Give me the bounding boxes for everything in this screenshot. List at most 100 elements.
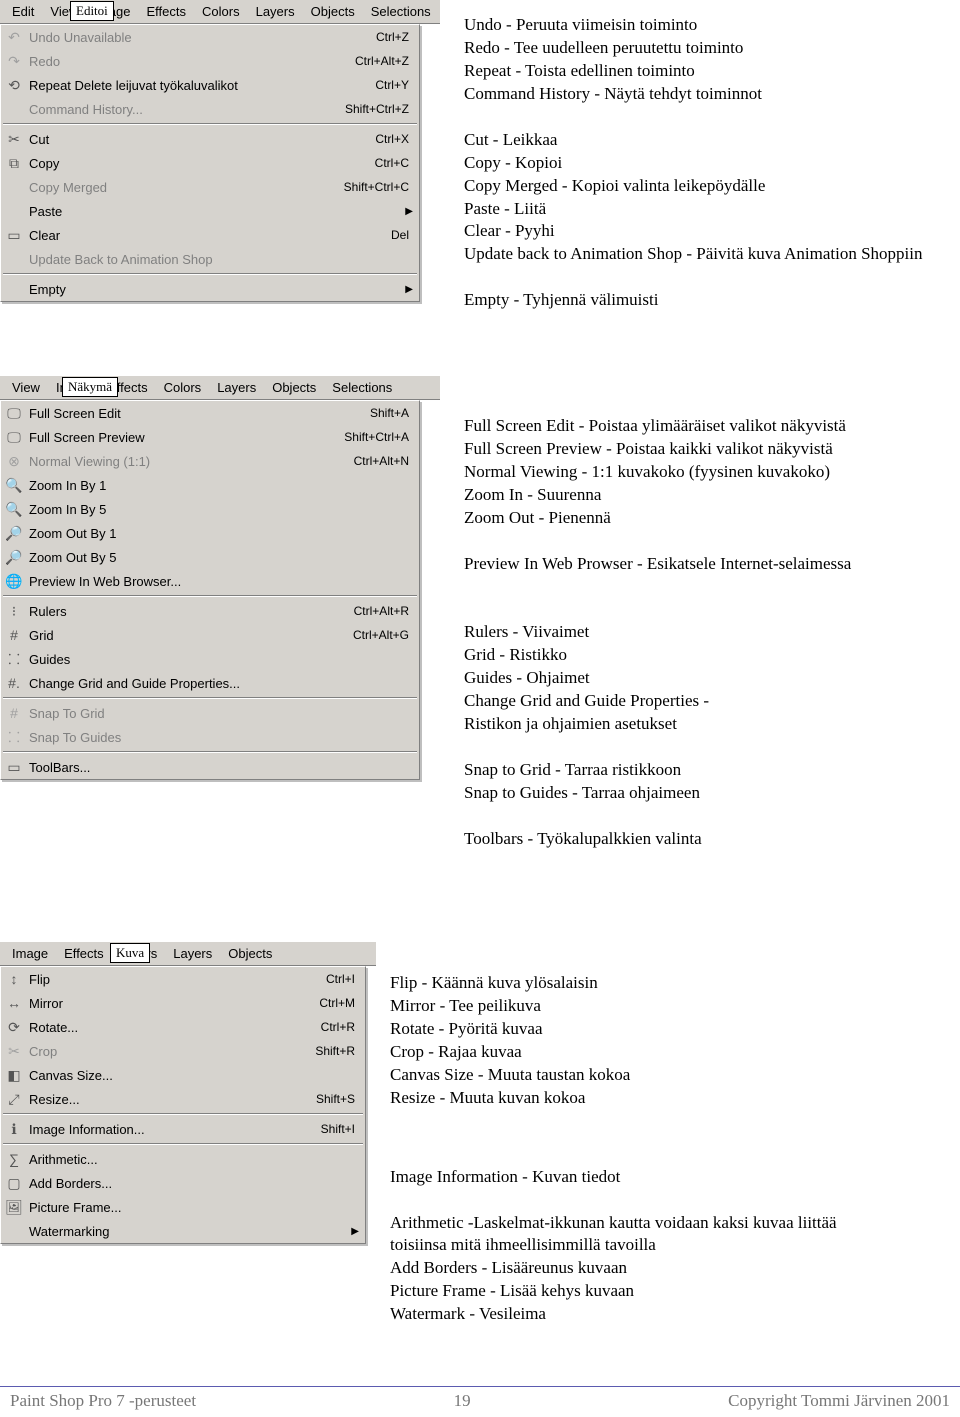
image-menubar: Image Effects Colors Layers Objects: [0, 942, 376, 966]
menu-selections[interactable]: Selections: [363, 2, 436, 21]
edit-descriptions: Undo - Peruuta viimeisin toimintoRedo - …: [464, 14, 952, 312]
menu-icon: ⸬: [5, 728, 23, 746]
menu-item[interactable]: Watermarking▶: [1, 1219, 365, 1243]
menu-icon: ◧: [5, 1066, 23, 1084]
menu-icon: #.: [5, 674, 23, 692]
desc-line: Zoom Out - Pienennä: [464, 507, 952, 530]
menu-label: Zoom Out By 5: [29, 550, 413, 565]
menu-item: #Snap To Grid: [1, 701, 419, 725]
menu-label: Empty: [29, 282, 399, 297]
desc-line: [464, 599, 952, 622]
menu-selections[interactable]: Selections: [324, 378, 400, 397]
menu-separator: [3, 751, 417, 753]
desc-line: Zoom In - Suurenna: [464, 484, 952, 507]
menu-item[interactable]: ↕FlipCtrl+I: [1, 967, 365, 991]
menu-shortcut: Ctrl+Alt+N: [354, 454, 413, 468]
menu-separator: [3, 1143, 363, 1145]
menu-item[interactable]: ∑Arithmetic...: [1, 1147, 365, 1171]
desc-line: Guides - Ohjaimet: [464, 667, 952, 690]
menu-objects[interactable]: Objects: [220, 944, 280, 963]
menu-item[interactable]: 🌐Preview In Web Browser...: [1, 569, 419, 593]
menu-item[interactable]: ▢Add Borders...: [1, 1171, 365, 1195]
menu-effects[interactable]: Effects: [56, 944, 112, 963]
menu-shortcut: Ctrl+Z: [376, 30, 413, 44]
menu-item: ⊗Normal Viewing (1:1)Ctrl+Alt+N: [1, 449, 419, 473]
menu-shortcut: Ctrl+Y: [375, 78, 413, 92]
menu-effects[interactable]: Effects: [139, 2, 195, 21]
menu-label: Copy Merged: [29, 180, 338, 195]
menu-label: Arithmetic...: [29, 1152, 359, 1167]
desc-line: Flip - Käännä kuva ylösalaisin: [390, 972, 950, 995]
menu-colors[interactable]: Colors: [156, 378, 210, 397]
menu-item[interactable]: ↔MirrorCtrl+M: [1, 991, 365, 1015]
desc-line: Paste - Liitä: [464, 198, 952, 221]
menu-item[interactable]: Empty ▶: [1, 277, 419, 301]
menu-item[interactable]: 🖵Full Screen PreviewShift+Ctrl+A: [1, 425, 419, 449]
desc-line: [464, 576, 952, 599]
menu-image[interactable]: Image: [4, 944, 56, 963]
submenu-arrow-icon: ▶: [405, 284, 413, 295]
menu-icon: ⧉: [5, 154, 23, 172]
menu-label: Zoom In By 1: [29, 478, 413, 493]
menu-separator: [3, 1113, 363, 1115]
menu-layers[interactable]: Layers: [165, 944, 220, 963]
desc-line: Normal Viewing - 1:1 kuvakoko (fyysinen …: [464, 461, 952, 484]
desc-line: Snap to Grid - Tarraa ristikkoon: [464, 759, 952, 782]
menu-label: Guides: [29, 652, 413, 667]
menu-item[interactable]: ⸬ Guides: [1, 647, 419, 671]
menu-objects[interactable]: Objects: [264, 378, 324, 397]
menu-item[interactable]: ◧ Canvas Size...: [1, 1063, 365, 1087]
desc-line: Rotate - Pyöritä kuvaa: [390, 1018, 950, 1041]
menu-icon: ℹ: [5, 1120, 23, 1138]
menu-icon: ⤢: [5, 1090, 23, 1108]
menu-label: Flip: [29, 972, 320, 987]
menu-icon: [5, 1222, 23, 1240]
menu-label: Paste: [29, 204, 399, 219]
desc-line: Add Borders - Lisääreunus kuvaan: [390, 1257, 950, 1280]
menu-item[interactable]: ✂CutCtrl+X: [1, 127, 419, 151]
menu-layers[interactable]: Layers: [209, 378, 264, 397]
desc-line: Command History - Näytä tehdyt toiminnot: [464, 83, 952, 106]
menu-shortcut: Shift+R: [315, 1044, 359, 1058]
submenu-arrow-icon: ▶: [351, 1226, 359, 1237]
menu-item: ↶Undo UnavailableCtrl+Z: [1, 25, 419, 49]
menu-item[interactable]: ⧉CopyCtrl+C: [1, 151, 419, 175]
footer-left: Paint Shop Pro 7 -perusteet: [10, 1391, 196, 1411]
menu-label: Canvas Size...: [29, 1068, 359, 1083]
menu-icon: ⁝: [5, 602, 23, 620]
menu-label: Picture Frame...: [29, 1200, 359, 1215]
menu-item[interactable]: ⤢Resize...Shift+S: [1, 1087, 365, 1111]
desc-line: Ristikon ja ohjaimien asetukset: [464, 713, 952, 736]
menu-label: Cut: [29, 132, 369, 147]
menu-icon: ⸬: [5, 650, 23, 668]
menu-item[interactable]: ▭ToolBars...: [1, 755, 419, 779]
menu-icon: [5, 178, 23, 196]
menu-label: Mirror: [29, 996, 313, 1011]
menu-item[interactable]: 🖵Full Screen EditShift+A: [1, 401, 419, 425]
menu-icon: 🖼: [5, 1198, 23, 1216]
menu-item[interactable]: ⟲Repeat Delete leijuvat työkaluvalikotCt…: [1, 73, 419, 97]
menu-item[interactable]: #GridCtrl+Alt+G: [1, 623, 419, 647]
desc-line: Picture Frame - Lisää kehys kuvaan: [390, 1280, 950, 1303]
menu-view[interactable]: View: [4, 378, 48, 397]
menu-item[interactable]: 🔍Zoom In By 5: [1, 497, 419, 521]
menu-item[interactable]: 🔎Zoom Out By 5: [1, 545, 419, 569]
menu-item[interactable]: ⁝RulersCtrl+Alt+R: [1, 599, 419, 623]
menu-shortcut: Ctrl+M: [319, 996, 359, 1010]
menu-item[interactable]: ℹImage Information...Shift+I: [1, 1117, 365, 1141]
menu-item[interactable]: ▭ClearDel: [1, 223, 419, 247]
view-dropdown: 🖵Full Screen EditShift+A🖵Full Screen Pre…: [0, 400, 420, 780]
menu-item[interactable]: Paste▶: [1, 199, 419, 223]
menu-objects[interactable]: Objects: [303, 2, 363, 21]
menu-item[interactable]: #.Change Grid and Guide Properties...: [1, 671, 419, 695]
menu-item[interactable]: 🔍Zoom In By 1: [1, 473, 419, 497]
menu-layers[interactable]: Layers: [248, 2, 303, 21]
menu-label: Repeat Delete leijuvat työkaluvalikot: [29, 78, 369, 93]
desc-line: Snap to Guides - Tarraa ohjaimeen: [464, 782, 952, 805]
menu-item[interactable]: ⟳Rotate...Ctrl+R: [1, 1015, 365, 1039]
menu-edit[interactable]: Edit: [4, 2, 42, 21]
menu-item[interactable]: 🔎Zoom Out By 1: [1, 521, 419, 545]
menu-icon: ▢: [5, 1174, 23, 1192]
menu-item[interactable]: 🖼 Picture Frame...: [1, 1195, 365, 1219]
menu-colors[interactable]: Colors: [194, 2, 248, 21]
